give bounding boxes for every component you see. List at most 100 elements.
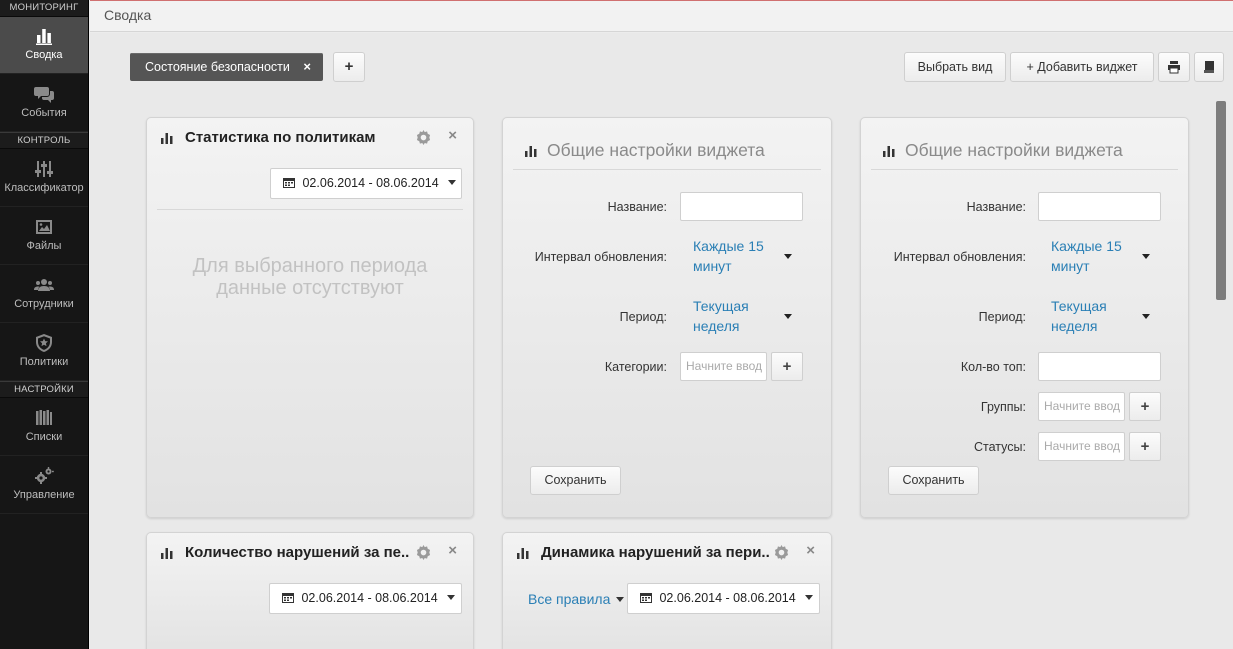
empty-message-line: данные отсутствуют [216, 277, 404, 299]
calendar-icon [282, 593, 294, 603]
statuses-input[interactable]: Начните ввод [1038, 432, 1125, 461]
categories-label: Категории: [604, 360, 667, 374]
add-tab-button[interactable]: + [333, 52, 365, 82]
bar-chart-icon [525, 146, 537, 157]
gear-icon[interactable] [416, 545, 431, 560]
dashboard-tab[interactable]: Состояние безопасности × [130, 53, 323, 81]
interval-value-line: минут [693, 258, 732, 274]
caret-down-icon[interactable] [784, 314, 792, 319]
divider [871, 169, 1178, 170]
interval-label: Интервал обновления: [534, 250, 667, 264]
sidebar-item-summary[interactable]: Сводка [0, 17, 88, 74]
caret-down-icon [447, 595, 456, 600]
period-value-line: Текущая [693, 298, 749, 314]
empty-message-line: Для выбранного периода [192, 255, 428, 277]
add-category-button[interactable]: + [771, 352, 803, 381]
dashboard-tab-label: Состояние безопасности [145, 60, 290, 74]
sidebar-item-lists[interactable]: Списки [0, 398, 88, 456]
top-count-input[interactable] [1038, 352, 1161, 381]
close-icon[interactable]: × [806, 542, 815, 559]
close-icon[interactable]: × [448, 127, 457, 144]
bar-chart-icon [517, 548, 529, 559]
period-select[interactable]: Текущая неделя [693, 296, 749, 336]
sidebar-item-classifier[interactable]: Классификатор [0, 149, 88, 207]
close-icon[interactable]: × [303, 53, 311, 81]
add-group-button[interactable]: + [1129, 392, 1161, 421]
add-widget-button[interactable]: + Добавить виджет [1010, 52, 1154, 82]
sidebar-item-label: Сводка [25, 49, 63, 61]
sidebar-item-label: Файлы [26, 240, 62, 252]
bar-chart-icon [883, 146, 895, 157]
bar-chart-icon [0, 26, 88, 46]
interval-value-line: Каждые 15 [693, 238, 764, 254]
name-label: Название: [966, 200, 1026, 214]
period-value-line: неделя [1051, 318, 1098, 334]
widget-header: Динамика нарушений за пери.. × [515, 542, 819, 567]
sidebar-item-management[interactable]: Управление [0, 456, 88, 514]
divider [157, 209, 463, 210]
sidebar-item-policies[interactable]: Политики [0, 323, 88, 381]
period-value-line: неделя [693, 318, 740, 334]
date-range-value: 02.06.2014 - 08.06.2014 [302, 176, 439, 190]
gears-icon [0, 466, 88, 486]
users-icon [0, 275, 88, 295]
dashboard-content: Состояние безопасности × + Выбрать вид +… [90, 33, 1233, 649]
close-icon[interactable]: × [448, 542, 457, 559]
rules-filter-select[interactable]: Все правила [528, 591, 625, 607]
sidebar-section-settings: НАСТРОЙКИ [0, 381, 88, 398]
categories-input[interactable]: Начните ввод [680, 352, 767, 381]
caret-down-icon[interactable] [1142, 314, 1150, 319]
calendar-icon [640, 593, 652, 603]
caret-down-icon [448, 180, 457, 185]
sidebar-item-files[interactable]: Файлы [0, 207, 88, 265]
widget-settings-panel: Общие настройки виджета Название: Интерв… [860, 117, 1189, 518]
sidebar: МОНИТОРИНГ Сводка События КОНТРОЛЬ Класс… [0, 0, 89, 649]
date-range-picker[interactable]: 02.06.2014 - 08.06.2014 [269, 583, 462, 614]
settings-title: Общие настройки виджета [525, 140, 765, 161]
widget-title: Статистика по политикам [185, 129, 376, 146]
widget-header: Количество нарушений за пе.. × [159, 542, 461, 567]
save-button[interactable]: Сохранить [888, 466, 979, 495]
save-button[interactable]: Сохранить [530, 466, 621, 495]
top-count-label: Кол-во топ: [960, 360, 1026, 374]
choose-view-button[interactable]: Выбрать вид [904, 52, 1006, 82]
interval-select[interactable]: Каждые 15 минут [693, 236, 764, 276]
widget-settings-panel: Общие настройки виджета Название: Интерв… [502, 117, 832, 518]
date-range-picker[interactable]: 02.06.2014 - 08.06.2014 [627, 583, 820, 614]
empty-state-message: Для выбранного периода данные отсутствую… [147, 255, 473, 299]
interval-label: Интервал обновления: [893, 250, 1026, 264]
caret-down-icon [616, 597, 625, 602]
image-file-icon [0, 217, 88, 237]
name-input[interactable] [680, 192, 803, 221]
sidebar-item-label: Управление [13, 489, 75, 501]
calendar-icon [283, 178, 295, 188]
sliders-icon [0, 159, 88, 179]
gear-icon[interactable] [774, 545, 789, 560]
widget-title: Количество нарушений за пе.. [185, 544, 410, 561]
print-button[interactable] [1158, 52, 1190, 82]
book-button[interactable] [1194, 52, 1224, 82]
add-status-button[interactable]: + [1129, 432, 1161, 461]
gear-icon[interactable] [416, 130, 431, 145]
sidebar-item-label: События [21, 107, 67, 119]
period-select[interactable]: Текущая неделя [1051, 296, 1107, 336]
sidebar-item-employees[interactable]: Сотрудники [0, 265, 88, 323]
book-icon [1204, 61, 1214, 73]
caret-down-icon[interactable] [784, 254, 792, 259]
caret-down-icon[interactable] [1142, 254, 1150, 259]
sidebar-item-events[interactable]: События [0, 74, 88, 132]
name-input[interactable] [1038, 192, 1161, 221]
rules-filter-value: Все правила [528, 591, 611, 607]
groups-input[interactable]: Начните ввод [1038, 392, 1125, 421]
groups-label: Группы: [980, 400, 1026, 414]
interval-value-line: минут [1051, 258, 1090, 274]
interval-select[interactable]: Каждые 15 минут [1051, 236, 1122, 276]
sidebar-section-monitoring: МОНИТОРИНГ [0, 0, 88, 17]
policy-stats-widget: Статистика по политикам × 02.06.2014 - 0… [146, 117, 474, 518]
chat-bubbles-icon [0, 84, 88, 104]
date-range-picker[interactable]: 02.06.2014 - 08.06.2014 [270, 168, 462, 199]
list-books-icon [0, 408, 88, 428]
printer-icon [1168, 61, 1180, 74]
vertical-scrollbar[interactable] [1216, 101, 1226, 300]
shield-star-icon [0, 333, 88, 353]
